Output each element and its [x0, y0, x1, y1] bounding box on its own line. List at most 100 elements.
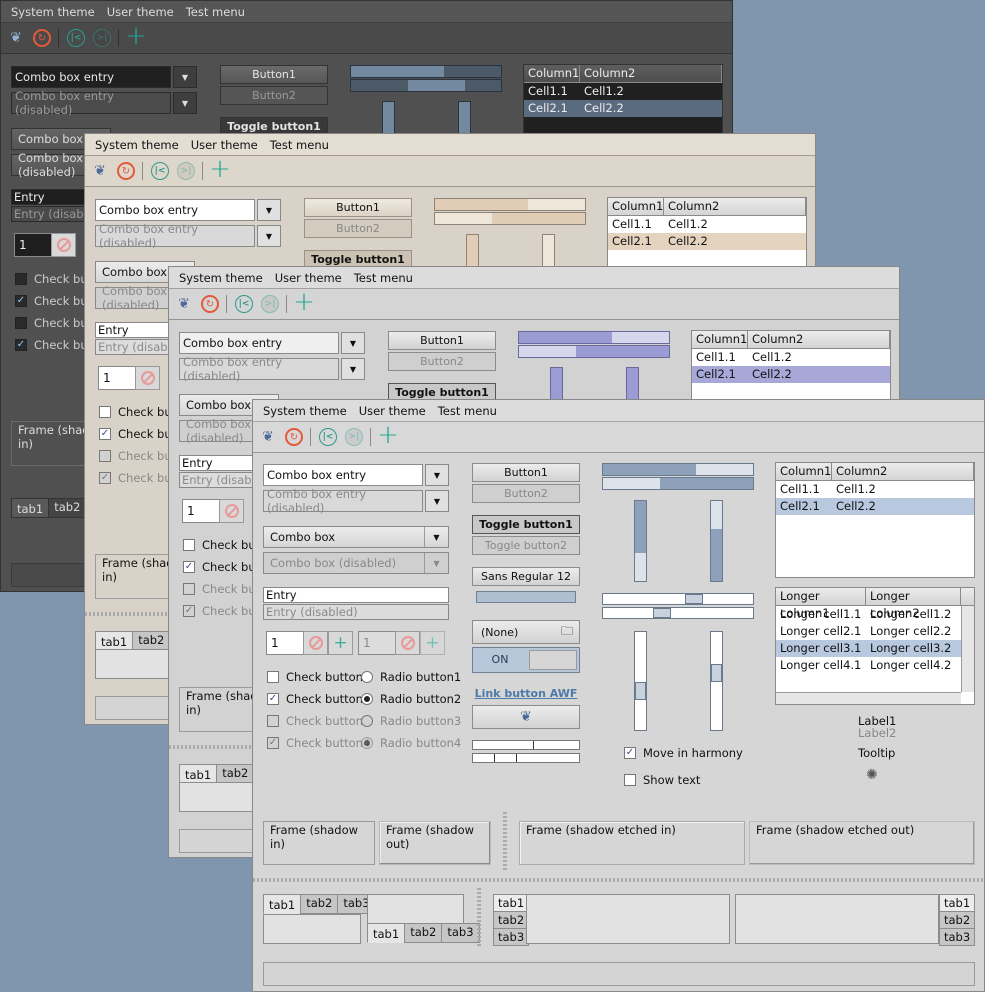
spin-button[interactable]: 1	[14, 233, 52, 257]
menu-test-menu[interactable]: Test menu	[264, 138, 335, 152]
first-icon[interactable]: |<	[317, 426, 339, 448]
combo-entry[interactable]: Combo box entry	[263, 464, 423, 486]
check-button-2[interactable]: ✓ Check button2	[267, 691, 370, 707]
spin-increase[interactable]: +	[328, 631, 353, 655]
button-1[interactable]: Button1	[220, 65, 328, 84]
move-in-harmony-check[interactable]: ✓ Move in harmony	[624, 745, 743, 761]
table-row[interactable]: Longer cell4.1 Longer cell4.2	[776, 657, 974, 674]
combo-entry-arrow[interactable]: ▼	[425, 464, 449, 486]
tab-3[interactable]: tab3	[493, 928, 530, 946]
link-button[interactable]: Link button AWF	[472, 687, 580, 700]
table-row[interactable]: Longer cell3.1 Longer cell3.2	[776, 640, 961, 657]
gnome-foot-icon[interactable]: ❦	[257, 426, 279, 448]
first-icon[interactable]: |<	[149, 160, 171, 182]
spin-button[interactable]: 1	[266, 631, 304, 655]
tab-1[interactable]: tab1	[367, 923, 406, 943]
font-button[interactable]: Sans Regular 12	[472, 567, 580, 586]
column-header[interactable]: Column1	[692, 331, 748, 348]
scale-slider[interactable]	[653, 608, 671, 618]
combo-entry[interactable]: Combo box entry	[11, 66, 171, 88]
refresh-icon[interactable]: ↻	[199, 293, 221, 315]
menu-user-theme[interactable]: User theme	[269, 271, 348, 285]
vertical-scrollbar[interactable]	[961, 606, 974, 692]
tree-view[interactable]: Column1 Column2 Cell1.1 Cell1.2 Cell2.1 Cel…	[691, 330, 891, 410]
combo-entry-arrow[interactable]: ▼	[257, 199, 281, 221]
scale-slider[interactable]	[685, 594, 703, 604]
gnome-foot-icon[interactable]: ❦	[173, 293, 195, 315]
tab-2[interactable]: tab2	[216, 764, 255, 784]
tab-2[interactable]: tab2	[939, 911, 976, 929]
tree-view[interactable]: Column1 Column2 Cell1.1 Cell1.2 Cell2.1 Cel…	[523, 64, 723, 144]
icon-button[interactable]: ❦	[472, 705, 580, 729]
radio-button-1[interactable]: Radio button1	[361, 669, 461, 685]
gnome-foot-icon[interactable]: ❦	[89, 160, 111, 182]
gnome-foot-icon[interactable]: ❦	[5, 27, 27, 49]
add-icon[interactable]: +	[125, 23, 147, 49]
button-1[interactable]: Button1	[388, 331, 496, 350]
combo-entry[interactable]: Combo box entry	[95, 199, 255, 221]
menu-user-theme[interactable]: User theme	[353, 404, 432, 418]
toggle-button-1[interactable]: Toggle button1	[472, 515, 580, 534]
add-icon[interactable]: +	[209, 156, 231, 182]
scale-slider[interactable]	[635, 682, 646, 700]
tab-1[interactable]: tab1	[95, 631, 134, 651]
table-row[interactable]: Cell1.1 Cell1.2	[608, 216, 806, 233]
column-header[interactable]: Column1	[776, 463, 832, 480]
tab-1[interactable]: tab1	[493, 894, 530, 912]
horizontal-scale[interactable]	[602, 607, 754, 619]
tree-view[interactable]: Column1 Column2 Cell1.1 Cell1.2 Cell2.1 Cel…	[775, 462, 975, 578]
column-header[interactable]: Column2	[580, 65, 722, 82]
column-header[interactable]: Column2	[832, 463, 974, 480]
column-header[interactable]: Longer column1	[776, 588, 866, 620]
tab-1[interactable]: tab1	[939, 894, 976, 912]
add-icon[interactable]: +	[377, 422, 399, 448]
table-row[interactable]: Cell1.1 Cell1.2	[524, 83, 722, 100]
table-row[interactable]: Cell2.1 Cell2.2	[692, 366, 890, 383]
combo-entry-arrow[interactable]: ▼	[341, 332, 365, 354]
tab-2[interactable]: tab2	[48, 498, 87, 518]
menu-system-theme[interactable]: System theme	[173, 271, 269, 285]
scale-slider[interactable]	[711, 664, 722, 682]
show-text-check[interactable]: Show text	[624, 772, 700, 788]
button-1[interactable]: Button1	[304, 198, 412, 217]
spin-button[interactable]: 1	[182, 499, 220, 523]
tab-2[interactable]: tab2	[300, 894, 339, 914]
radio-button-2[interactable]: Radio button2	[361, 691, 461, 707]
entry[interactable]: Entry	[263, 587, 449, 603]
menu-user-theme[interactable]: User theme	[185, 138, 264, 152]
menu-test-menu[interactable]: Test menu	[348, 271, 419, 285]
tab-3[interactable]: tab3	[939, 928, 976, 946]
spin-button[interactable]: 1	[98, 366, 136, 390]
tree-view[interactable]: Column1 Column2 Cell1.1 Cell1.2 Cell2.1 Cel…	[607, 197, 807, 277]
refresh-icon[interactable]: ↻	[31, 27, 53, 49]
tab-2[interactable]: tab2	[404, 923, 443, 943]
tab-1[interactable]: tab1	[263, 894, 302, 914]
button-1[interactable]: Button1	[472, 463, 580, 482]
column-header[interactable]: Longer column2	[866, 588, 961, 620]
menu-system-theme[interactable]: System theme	[89, 138, 185, 152]
color-button[interactable]	[476, 591, 576, 603]
combo-entry[interactable]: Combo box entry	[179, 332, 339, 354]
table-row[interactable]: Cell1.1 Cell1.2	[692, 349, 890, 366]
refresh-icon[interactable]: ↻	[115, 160, 137, 182]
add-icon[interactable]: +	[293, 289, 315, 315]
menu-user-theme[interactable]: User theme	[101, 5, 180, 19]
vertical-scale[interactable]	[634, 631, 647, 731]
menu-system-theme[interactable]: System theme	[257, 404, 353, 418]
horizontal-scale[interactable]	[602, 593, 754, 605]
table-row[interactable]: Cell2.1 Cell2.2	[524, 100, 722, 117]
combo-box[interactable]: Combo box ▼	[263, 526, 449, 548]
column-header[interactable]: Column1	[608, 198, 664, 215]
table-row[interactable]: Longer cell1.1 Longer cell1.2	[776, 606, 974, 623]
vertical-scale[interactable]	[710, 631, 723, 731]
column-header[interactable]: Column2	[664, 198, 806, 215]
check-button-1[interactable]: Check button1	[267, 669, 370, 685]
tab-3[interactable]: tab3	[441, 923, 480, 943]
scrolled-tree-view[interactable]: Longer column1 Longer column2 Longer cell…	[775, 587, 975, 705]
first-icon[interactable]: |<	[65, 27, 87, 49]
tab-1[interactable]: tab1	[179, 764, 218, 784]
tab-1[interactable]: tab1	[11, 498, 50, 518]
menu-system-theme[interactable]: System theme	[5, 5, 101, 19]
tab-2[interactable]: tab2	[493, 911, 530, 929]
combo-entry-arrow[interactable]: ▼	[173, 66, 197, 88]
